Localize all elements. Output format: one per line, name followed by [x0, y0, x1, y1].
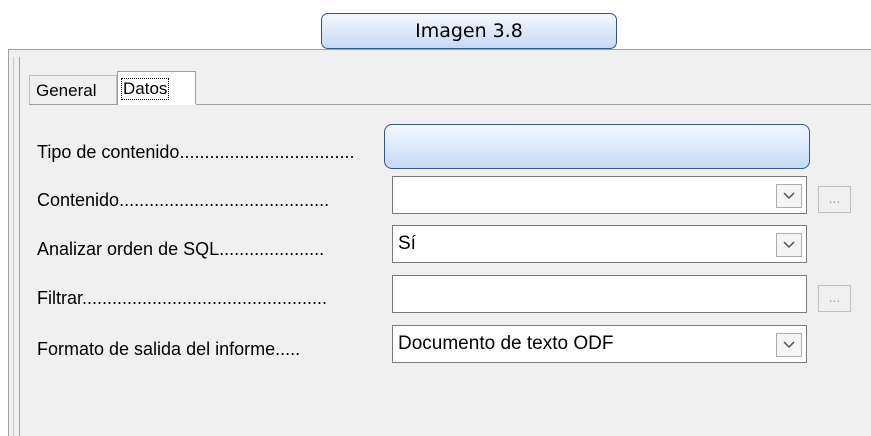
output-format-label: Formato de salida del informe..... [37, 336, 387, 362]
content-type-leader-dots: ................................... [179, 142, 355, 162]
content-label: Contenido...............................… [37, 187, 387, 213]
filter-label: Filtrar.................................… [37, 285, 387, 311]
content-leader-dots: ........................................… [119, 190, 330, 210]
output-format-dropdown-button[interactable] [776, 333, 802, 357]
content-label-text: Contenido [37, 190, 120, 210]
tab-general-label: General [36, 80, 97, 100]
filter-leader-dots: ........................................… [82, 288, 328, 308]
panel-divider-outer [13, 57, 14, 436]
caption-text: Imagen 3.8 [415, 20, 523, 42]
filter-label-text: Filtrar [37, 288, 82, 308]
analyze-sql-leader-dots: ..................... [219, 239, 325, 259]
output-format-select[interactable]: Documento de texto ODF [392, 325, 807, 363]
analyze-sql-label-text: Analizar orden de SQL [37, 239, 220, 259]
image-caption: Imagen 3.8 [321, 13, 617, 49]
tab-general[interactable]: General [29, 75, 117, 105]
analyze-sql-select[interactable]: Sí [392, 225, 807, 263]
active-tab-gap [118, 104, 196, 105]
chevron-down-icon [783, 192, 795, 200]
chevron-down-icon [783, 241, 795, 249]
content-dropdown-button[interactable] [776, 184, 802, 208]
content-type-label: Tipo de contenido.......................… [37, 139, 387, 165]
output-format-label-text: Formato de salida del informe [37, 339, 276, 359]
output-format-leader-dots: ..... [275, 339, 301, 359]
tab-datos[interactable]: Datos [117, 71, 196, 105]
filter-browse-button[interactable]: ... [818, 285, 851, 312]
output-format-value: Documento de texto ODF [398, 333, 614, 354]
analyze-sql-dropdown-button[interactable] [776, 233, 802, 257]
chevron-down-icon [783, 341, 795, 349]
content-select[interactable] [392, 176, 807, 214]
filter-input[interactable] [392, 275, 807, 313]
highlight-overlay-box [384, 124, 810, 169]
analyze-sql-label: Analizar orden de SQL...................… [37, 236, 387, 262]
tab-datos-label: Datos [120, 77, 170, 100]
panel-divider-inner [19, 57, 20, 436]
content-browse-button[interactable]: ... [818, 186, 851, 213]
analyze-sql-value: Sí [398, 233, 416, 254]
content-type-label-text: Tipo de contenido [37, 142, 180, 162]
